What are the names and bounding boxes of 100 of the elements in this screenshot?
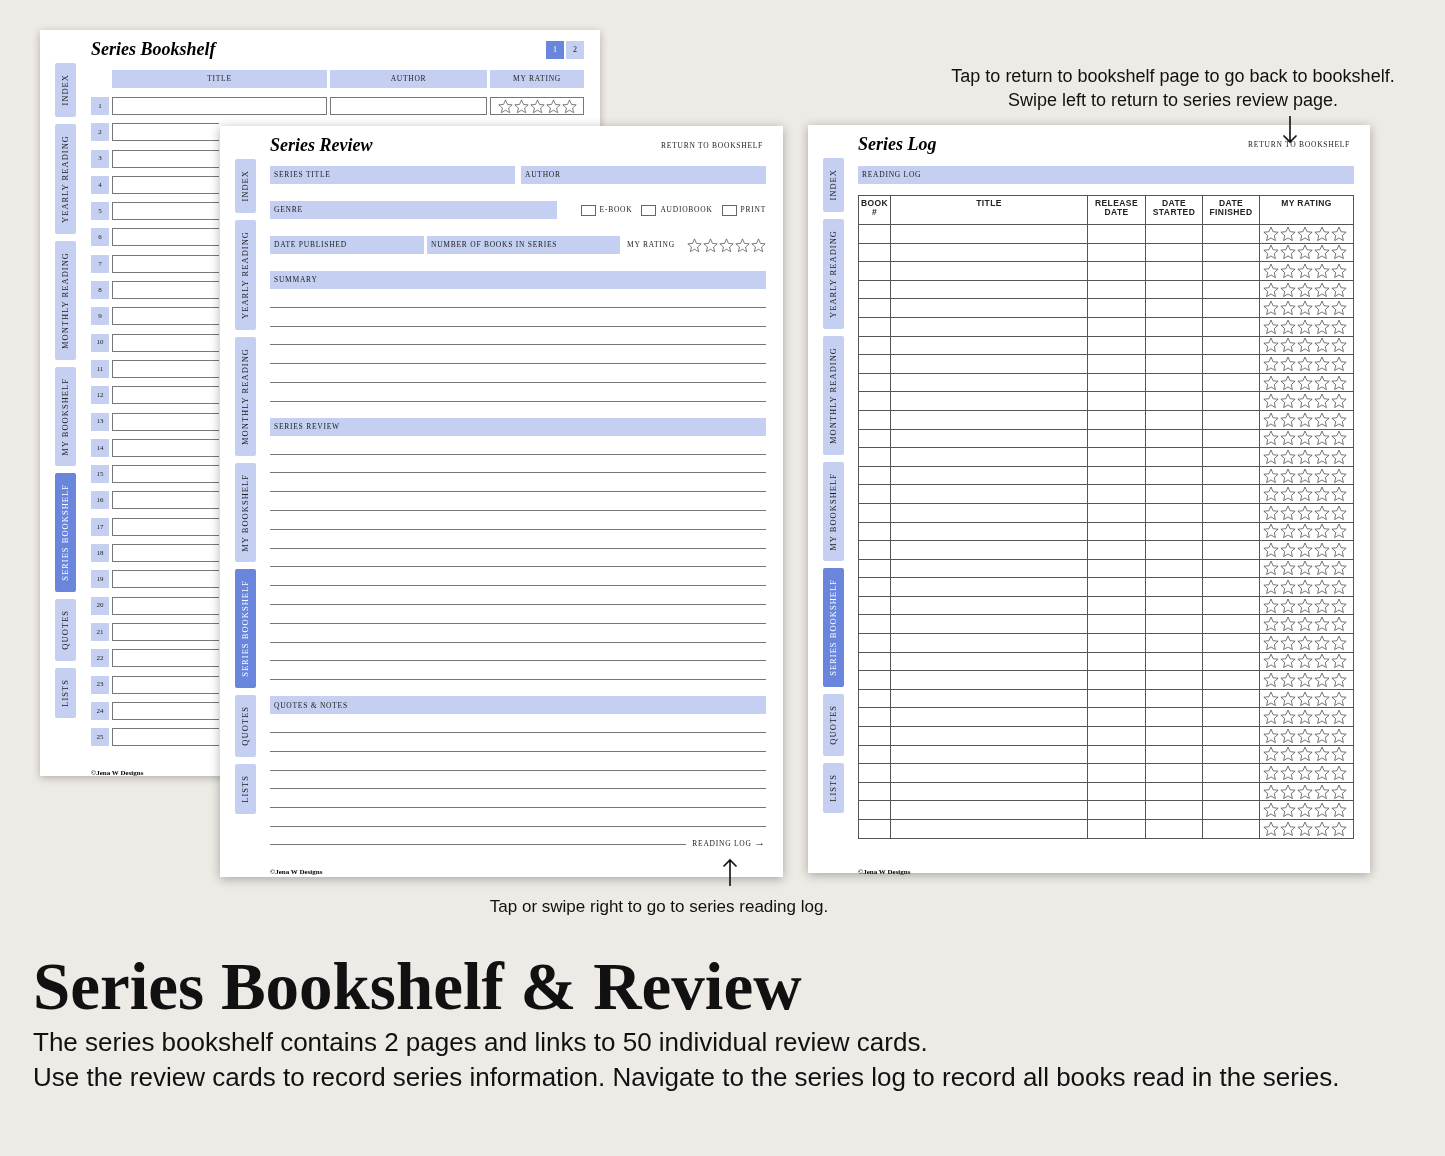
- star-icon[interactable]: [1297, 541, 1313, 558]
- star-icon[interactable]: [1297, 727, 1313, 744]
- table-cell[interactable]: [890, 336, 1088, 355]
- star-icon[interactable]: [1280, 486, 1296, 503]
- table-cell[interactable]: [1259, 559, 1354, 578]
- table-cell[interactable]: [1259, 782, 1354, 801]
- table-cell[interactable]: [1202, 354, 1260, 374]
- star-icon[interactable]: [1297, 448, 1313, 465]
- star-icon[interactable]: [1280, 337, 1296, 354]
- star-icon[interactable]: [1331, 281, 1347, 298]
- table-cell[interactable]: [1145, 466, 1203, 485]
- table-cell[interactable]: [858, 391, 891, 411]
- table-cell[interactable]: [858, 559, 891, 578]
- table-cell[interactable]: [1087, 503, 1146, 522]
- star-icon[interactable]: [1331, 560, 1347, 577]
- table-cell[interactable]: [1259, 243, 1354, 262]
- table-cell[interactable]: [1259, 373, 1354, 392]
- star-icon[interactable]: [1263, 560, 1279, 577]
- star-icon[interactable]: [1331, 709, 1347, 726]
- star-icon[interactable]: [1314, 560, 1330, 577]
- side-tab[interactable]: QUOTES: [823, 694, 844, 756]
- table-cell[interactable]: [1202, 559, 1260, 578]
- table-cell[interactable]: [1087, 596, 1146, 615]
- table-cell[interactable]: [1145, 391, 1203, 411]
- table-cell[interactable]: [1087, 819, 1146, 839]
- title-field[interactable]: [112, 202, 219, 221]
- table-cell[interactable]: [1087, 522, 1146, 541]
- table-cell[interactable]: [890, 652, 1088, 671]
- table-cell[interactable]: [858, 614, 891, 634]
- star-icon[interactable]: [1263, 783, 1279, 800]
- table-cell[interactable]: [1087, 336, 1146, 355]
- table-cell[interactable]: [1145, 819, 1203, 839]
- side-tab[interactable]: QUOTES: [235, 695, 256, 757]
- star-icon[interactable]: [1331, 727, 1347, 744]
- table-cell[interactable]: [858, 652, 891, 671]
- star-icon[interactable]: [1263, 765, 1279, 781]
- table-cell[interactable]: [1259, 298, 1354, 318]
- table-cell[interactable]: [890, 354, 1088, 374]
- table-cell[interactable]: [858, 298, 891, 318]
- star-icon[interactable]: [1280, 783, 1296, 800]
- title-field[interactable]: [112, 465, 219, 484]
- table-cell[interactable]: [1259, 429, 1354, 448]
- author-field[interactable]: [330, 97, 487, 115]
- table-cell[interactable]: [1259, 484, 1354, 504]
- star-icon[interactable]: [1297, 783, 1313, 800]
- table-cell[interactable]: [890, 670, 1088, 690]
- star-icon[interactable]: [1331, 448, 1347, 465]
- star-icon[interactable]: [1280, 765, 1296, 781]
- table-cell[interactable]: [1145, 224, 1203, 244]
- table-cell[interactable]: [1202, 596, 1260, 615]
- star-icon[interactable]: [1314, 430, 1330, 447]
- table-cell[interactable]: [1259, 633, 1354, 653]
- table-cell[interactable]: [1202, 243, 1260, 262]
- table-cell[interactable]: [1259, 652, 1354, 671]
- star-icon[interactable]: [1331, 523, 1347, 540]
- side-tab[interactable]: MONTHLY READING: [55, 240, 76, 360]
- side-tab[interactable]: SERIES BOOKSHELF: [823, 568, 844, 688]
- table-cell[interactable]: [858, 261, 891, 281]
- title-field[interactable]: [112, 333, 219, 352]
- table-cell[interactable]: [858, 373, 891, 392]
- table-cell[interactable]: [1202, 317, 1260, 337]
- table-cell[interactable]: [1145, 689, 1203, 708]
- star-icon[interactable]: [1297, 504, 1313, 521]
- star-icon[interactable]: [1331, 765, 1347, 781]
- table-cell[interactable]: [1087, 670, 1146, 690]
- table-cell[interactable]: [1087, 633, 1146, 653]
- table-cell[interactable]: [1145, 503, 1203, 522]
- table-cell[interactable]: [890, 707, 1088, 727]
- table-cell[interactable]: [1145, 280, 1203, 299]
- star-icon[interactable]: [1280, 393, 1296, 410]
- title-field[interactable]: [112, 123, 219, 142]
- table-cell[interactable]: [1145, 577, 1203, 597]
- table-cell[interactable]: [1087, 689, 1146, 708]
- star-icon[interactable]: [1331, 579, 1347, 596]
- table-cell[interactable]: [858, 633, 891, 653]
- table-cell[interactable]: [858, 819, 891, 839]
- star-icon[interactable]: [1280, 672, 1296, 689]
- table-cell[interactable]: [858, 540, 891, 560]
- table-cell[interactable]: [858, 800, 891, 820]
- star-icon[interactable]: [1331, 411, 1347, 428]
- side-tab[interactable]: MY BOOKSHELF: [235, 462, 256, 563]
- star-icon[interactable]: [1263, 467, 1279, 484]
- page-button[interactable]: 1: [546, 40, 564, 59]
- star-icon[interactable]: [1263, 225, 1279, 242]
- star-icon[interactable]: [1263, 523, 1279, 540]
- star-icon[interactable]: [1314, 281, 1330, 298]
- star-icon[interactable]: [1297, 263, 1313, 279]
- table-cell[interactable]: [890, 466, 1088, 485]
- table-cell[interactable]: [890, 559, 1088, 578]
- table-cell[interactable]: [1202, 503, 1260, 522]
- star-icon[interactable]: [1297, 430, 1313, 447]
- table-cell[interactable]: [1087, 745, 1146, 764]
- star-icon[interactable]: [1297, 802, 1313, 819]
- title-field[interactable]: [112, 386, 219, 405]
- table-cell[interactable]: [1087, 429, 1146, 448]
- star-icon[interactable]: [1314, 746, 1330, 763]
- table-cell[interactable]: [1145, 354, 1203, 374]
- side-tab[interactable]: INDEX: [55, 63, 76, 117]
- table-cell[interactable]: [1259, 763, 1354, 783]
- star-icon[interactable]: [1314, 765, 1330, 781]
